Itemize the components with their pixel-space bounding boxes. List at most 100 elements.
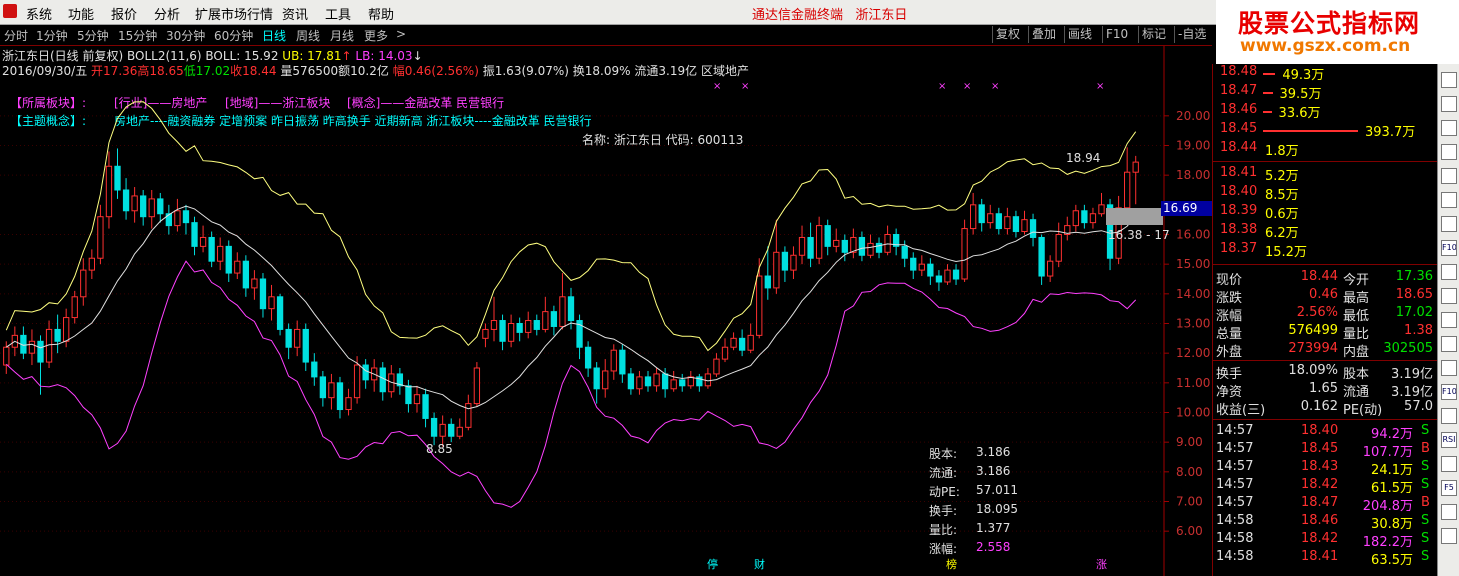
- signal-mark: ×: [991, 81, 999, 92]
- pie-icon[interactable]: [1441, 312, 1457, 328]
- ask-row[interactable]: 18.46 33.6万: [1213, 102, 1438, 121]
- table-icon[interactable]: [1441, 144, 1457, 160]
- divider: [1213, 264, 1438, 265]
- menu-item-news[interactable]: 资讯: [282, 4, 308, 23]
- mark-button[interactable]: 标记: [1138, 26, 1169, 43]
- y-tick-label: 14.00: [1176, 287, 1210, 301]
- tab-30min[interactable]: 30分钟: [166, 27, 205, 44]
- bid-row[interactable]: 18.37 15.2万: [1213, 241, 1438, 260]
- mini-stat-label: 量比:: [929, 523, 958, 537]
- line-chart-icon[interactable]: [1441, 168, 1457, 184]
- tab-daily[interactable]: 日线: [262, 27, 286, 44]
- bar-chart-icon[interactable]: [1441, 192, 1457, 208]
- tick-price: 18.41: [1301, 549, 1339, 564]
- ask-row[interactable]: 18.44 1.8万: [1213, 140, 1438, 159]
- logo-title: 股票公式指标网: [1238, 9, 1421, 38]
- tick-price: 18.43: [1301, 459, 1339, 474]
- tick-price: 18.40: [1301, 423, 1339, 438]
- ask-price: 18.48: [1220, 64, 1258, 79]
- tab-monthly[interactable]: 月线: [330, 27, 354, 44]
- menu-item-tools[interactable]: 工具: [325, 4, 351, 23]
- f10-button[interactable]: F10: [1102, 26, 1131, 43]
- tab-1min[interactable]: 1分钟: [36, 27, 68, 44]
- tab-60min[interactable]: 60分钟: [214, 27, 253, 44]
- candle-body: [63, 317, 70, 342]
- tick-side: S: [1421, 549, 1430, 564]
- overlay-button[interactable]: 叠加: [1028, 26, 1059, 43]
- window-title: 通达信金融终端 浙江东日: [752, 8, 908, 23]
- tab-5min[interactable]: 5分钟: [77, 27, 109, 44]
- tick-price: 18.42: [1301, 477, 1339, 492]
- candle-body: [499, 320, 506, 342]
- mini-stat-value: 3.186: [976, 464, 1011, 478]
- quote-stat-row: 外盘 273994 内盘 302505: [1213, 341, 1438, 360]
- fx-icon[interactable]: [1441, 360, 1457, 376]
- bid-row[interactable]: 18.38 6.2万: [1213, 222, 1438, 241]
- refresh-icon[interactable]: [1441, 528, 1457, 544]
- wrench-icon[interactable]: [1441, 504, 1457, 520]
- scroll-up-icon[interactable]: [1441, 72, 1457, 88]
- limit-up-marker[interactable]: 涨: [1096, 556, 1107, 572]
- candle-body: [217, 245, 224, 262]
- tick-volume: 63.5万: [1371, 553, 1413, 568]
- candle-body: [422, 394, 429, 419]
- ask-row[interactable]: 18.45 393.7万: [1213, 121, 1438, 140]
- ask-volume-bar: [1263, 130, 1358, 132]
- current-price-marker: 16.69: [1161, 201, 1212, 216]
- f5-icon[interactable]: F5: [1441, 480, 1457, 496]
- tab-weekly[interactable]: 周线: [296, 27, 320, 44]
- menu-item-extended-market[interactable]: 扩展市场行情: [195, 4, 273, 23]
- menu-item-system[interactable]: 系统: [26, 4, 52, 23]
- list-marker[interactable]: 榜: [946, 556, 957, 572]
- mini-stat-value: 18.095: [976, 502, 1018, 516]
- tab-15min[interactable]: 15分钟: [118, 27, 157, 44]
- tab-more[interactable]: 更多: [364, 27, 388, 44]
- suspend-marker[interactable]: 停: [707, 556, 718, 572]
- bid-row[interactable]: 18.39 0.6万: [1213, 203, 1438, 222]
- grid-icon[interactable]: [1441, 96, 1457, 112]
- ask-row[interactable]: 18.48 49.3万: [1213, 64, 1438, 83]
- zoom-icon[interactable]: [1441, 336, 1457, 352]
- finance-marker[interactable]: 财: [754, 556, 765, 572]
- menu-item-quote[interactable]: 报价: [111, 4, 137, 23]
- calc-icon[interactable]: [1441, 456, 1457, 472]
- mini-stat-label: 流通:: [929, 466, 958, 480]
- ask-row[interactable]: 18.47 39.5万: [1213, 83, 1438, 102]
- bid-row[interactable]: 18.40 8.5万: [1213, 184, 1438, 203]
- menu-item-function[interactable]: 功能: [68, 4, 94, 23]
- kline-chart[interactable]: 20.00 19.00 18.00 16.00 15.00 14.00 13.00 12.00…: [0, 46, 1212, 576]
- menu-item-analysis[interactable]: 分析: [154, 4, 180, 23]
- stat-label: 内盘: [1343, 345, 1370, 360]
- app-icon[interactable]: [3, 4, 17, 18]
- tick-side: S: [1421, 459, 1430, 474]
- chart-canvas[interactable]: 20.00 19.00 18.00 16.00 15.00 14.00 13.00 12.00…: [0, 46, 1212, 576]
- candle-body: [122, 189, 130, 212]
- rsi-icon[interactable]: RSI: [1441, 432, 1457, 448]
- candle-body: [781, 251, 789, 271]
- candle-body: [653, 373, 660, 387]
- draw-line-button[interactable]: 画线: [1064, 26, 1095, 43]
- f-icon[interactable]: [1441, 408, 1457, 424]
- watchlist-button[interactable]: -自选: [1174, 26, 1209, 43]
- candle-body: [157, 198, 164, 215]
- f10-icon[interactable]: F10: [1441, 240, 1457, 256]
- ask-volume-bar: [1263, 92, 1273, 94]
- stat-label: 换手: [1216, 367, 1243, 382]
- restore-rights-button[interactable]: 复权: [992, 26, 1023, 43]
- tick-time: 14:58: [1216, 549, 1254, 564]
- chevron-right-icon[interactable]: >: [396, 27, 406, 41]
- candle-body: [362, 364, 369, 381]
- menu-item-help[interactable]: 帮助: [368, 4, 394, 23]
- stat-label: 今开: [1343, 273, 1370, 288]
- tab-timeshare[interactable]: 分时: [4, 27, 28, 44]
- bid-row[interactable]: 18.41 5.2万: [1213, 165, 1438, 184]
- tick-row: 14:58 18.42 182.2万 S: [1213, 531, 1438, 550]
- candle-body: [465, 403, 472, 428]
- image-icon[interactable]: [1441, 264, 1457, 280]
- tick-row: 14:57 18.43 24.1万 S: [1213, 459, 1438, 478]
- candle-icon[interactable]: [1441, 216, 1457, 232]
- candle-body: [379, 367, 386, 393]
- hand-icon[interactable]: [1441, 288, 1457, 304]
- list-icon[interactable]: [1441, 120, 1457, 136]
- f10-icon[interactable]: F10: [1441, 384, 1457, 400]
